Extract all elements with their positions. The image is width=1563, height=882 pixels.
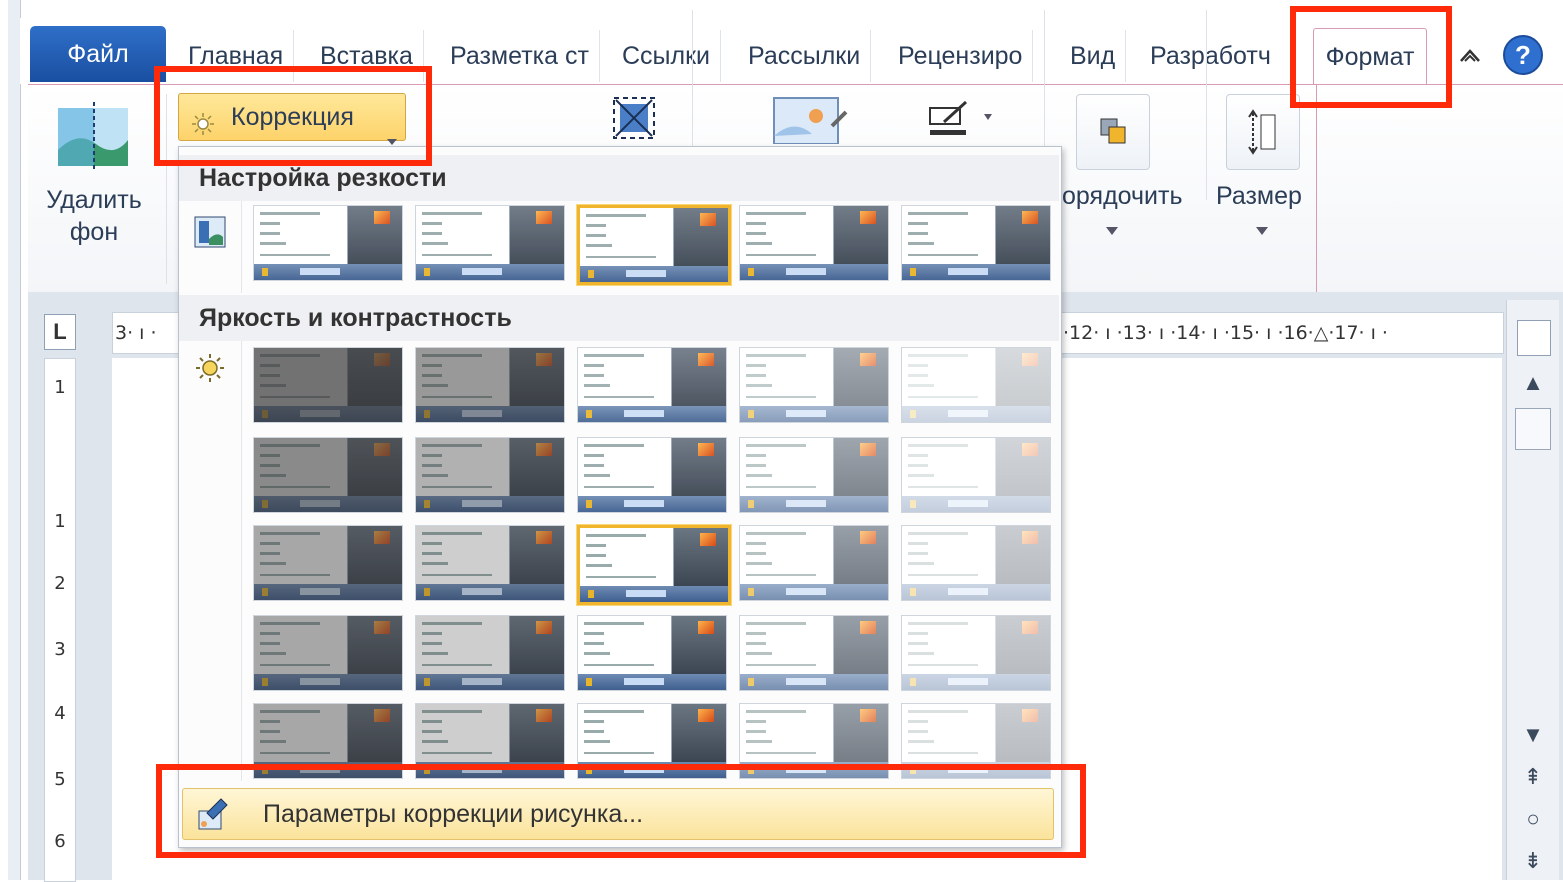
brightness-header: Яркость и контрастность [179,295,1059,341]
sharpness-thumb[interactable] [253,205,403,281]
help-icon[interactable]: ? [1502,34,1544,76]
brightness-contrast-thumb[interactable] [253,525,403,601]
brightness-row-icon-column [179,341,242,781]
brightness-contrast-thumb[interactable] [253,437,403,513]
ruler-left-text: 3· ı · [115,322,157,344]
tab-layout[interactable]: Разметка ст [440,30,600,82]
arrange-label[interactable]: орядочить [1062,182,1182,211]
ruler-number: 3 [54,639,66,660]
size-dropdown-arrow-icon[interactable] [1256,222,1268,235]
sharpness-thumb[interactable] [415,205,565,281]
tab-references[interactable]: Ссылки [612,30,722,82]
tab-file[interactable]: Файл [30,26,166,82]
chevron-up-icon[interactable] [1454,40,1486,72]
brightness-contrast-thumb[interactable] [901,347,1051,423]
ribbon-separator [1206,10,1207,200]
view-ruler-icon[interactable] [1517,320,1551,356]
brightness-contrast-thumb[interactable] [415,525,565,601]
highlight-correction-options [156,764,1086,858]
brightness-contrast-thumb[interactable] [253,347,403,423]
size-label[interactable]: Размер [1216,182,1302,211]
scroll-down-icon[interactable]: ▼ [1507,722,1559,748]
size-icon [1247,109,1281,155]
ruler-number: 1 [54,511,66,532]
brightness-contrast-thumb[interactable] [415,347,565,423]
format-tab-edge [1316,84,1317,292]
previous-page-icon[interactable]: ⇞ [1507,764,1559,790]
correction-gallery: Настройка резкости Яркость и контрастнос… [178,146,1062,848]
ruler-number: 5 [54,769,66,790]
brightness-contrast-thumb[interactable] [415,437,565,513]
vertical-ruler[interactable]: 1 1 2 3 4 5 6 [44,358,76,882]
size-button[interactable] [1226,94,1300,170]
sharpness-thumb[interactable] [739,205,889,281]
ruler-number: 2 [54,573,66,594]
brightness-contrast-thumb[interactable] [901,615,1051,691]
arrange-icon [1099,117,1129,147]
ruler-number: 4 [54,703,66,724]
sharpness-thumb[interactable] [577,205,731,285]
sun-icon [195,353,225,383]
ruler-number: 1 [54,377,66,398]
brightness-contrast-thumb[interactable] [739,525,889,601]
vertical-scrollbar[interactable]: ▲ ▼ ⇞ ○ ⇟ [1506,300,1559,880]
sharpness-icon [193,215,227,249]
remove-background-label-1[interactable]: Удалить [36,186,152,215]
tab-mailings[interactable]: Рассылки [738,30,872,82]
sharpness-row-icon-column [179,201,242,293]
brightness-contrast-thumb[interactable] [577,615,727,691]
brightness-contrast-thumb[interactable] [901,437,1051,513]
tab-review[interactable]: Рецензиро [888,30,1034,82]
brightness-contrast-thumb[interactable] [901,525,1051,601]
brightness-contrast-thumb[interactable] [577,437,727,513]
remove-background-label-2[interactable]: фон [36,218,152,247]
picture-border-icon[interactable] [926,98,998,138]
scroll-up-icon[interactable]: ▲ [1507,370,1559,396]
scroll-thumb[interactable] [1515,408,1551,450]
svg-text:?: ? [1515,40,1531,70]
picture-icon[interactable] [772,96,848,145]
tab-view[interactable]: Вид [1060,30,1127,82]
brightness-contrast-thumb[interactable] [739,437,889,513]
arrange-dropdown-arrow-icon[interactable] [1106,222,1118,235]
sharpness-thumb[interactable] [901,205,1051,281]
select-browse-object-icon[interactable]: ○ [1507,806,1559,832]
brightness-contrast-thumb[interactable] [253,615,403,691]
next-page-icon[interactable]: ⇟ [1507,848,1559,874]
ruler-number: 6 [54,831,66,852]
crop-icon[interactable] [612,96,656,140]
window-left-edge [8,0,21,880]
ruler-right-text: ·12· ı ·13· ı ·14· ı ·15· ı ·16·△·17· ı … [1063,322,1388,344]
remove-background-icon[interactable] [56,100,130,174]
brightness-contrast-thumb[interactable] [739,347,889,423]
tab-selector[interactable]: L [44,314,76,350]
brightness-contrast-thumb[interactable] [415,615,565,691]
highlight-format-tab [1290,6,1452,108]
arrange-button[interactable] [1076,94,1150,170]
brightness-contrast-thumb[interactable] [577,525,731,605]
highlight-correction-button [154,66,432,166]
tab-developer[interactable]: Разработч [1140,30,1281,82]
brightness-contrast-thumb[interactable] [739,615,889,691]
brightness-contrast-thumb[interactable] [577,347,727,423]
